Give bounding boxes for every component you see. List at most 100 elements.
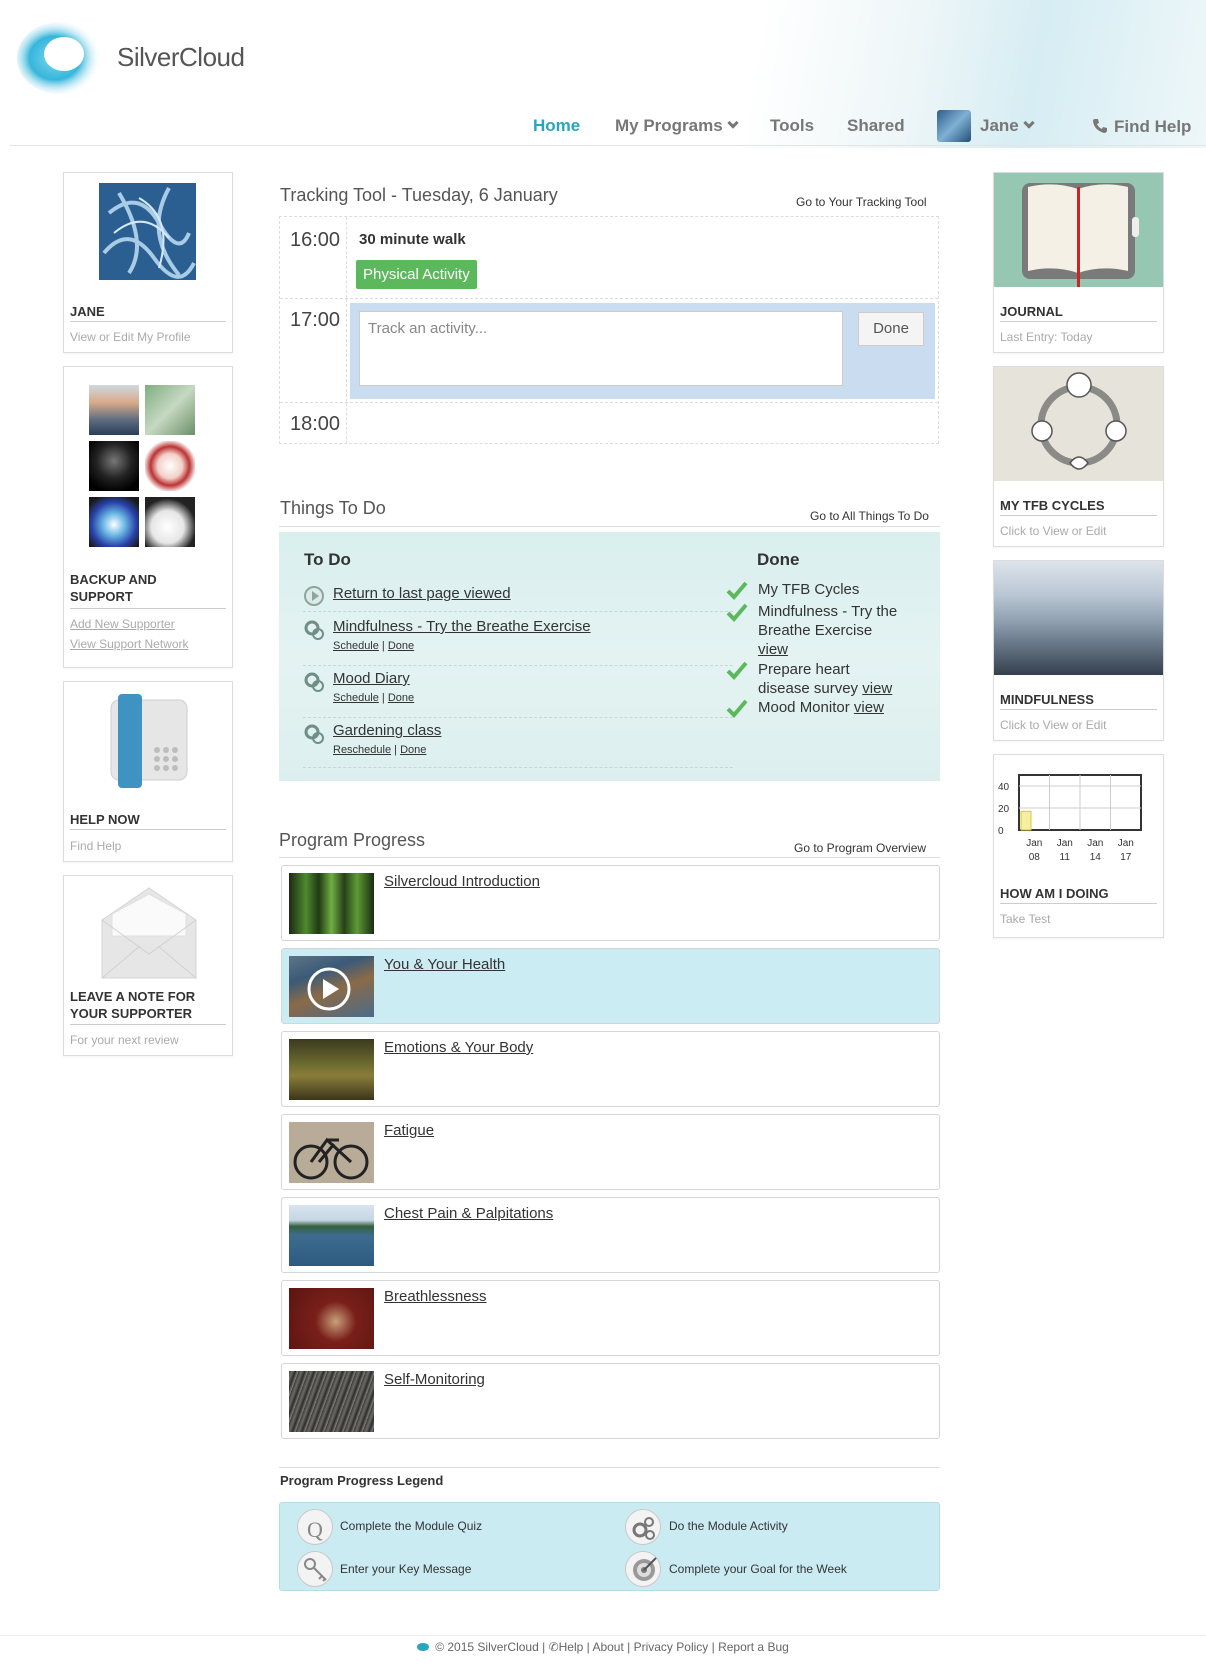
go-to-program-overview-link[interactable]: Go to Program Overview xyxy=(794,841,926,855)
todo-item-link[interactable]: Mood Diary xyxy=(333,670,410,687)
legend-key-message: Enter your Key Message xyxy=(340,1562,472,1576)
how-am-i-doing-widget[interactable]: 40 20 0 Jan 08 Jan 11 Jan 14 Jan 17 HOW AM I DOIN… xyxy=(993,754,1164,938)
divider xyxy=(1000,709,1157,710)
user-avatar[interactable] xyxy=(937,110,971,142)
divider xyxy=(1000,321,1157,322)
supporter-avatar[interactable] xyxy=(89,385,139,435)
mindfulness-widget[interactable]: MINDFULNESS Click to View or Edit xyxy=(993,560,1164,741)
done-item: Mood Monitor view xyxy=(726,698,928,718)
target-icon xyxy=(625,1551,661,1587)
supporter-avatar[interactable] xyxy=(89,497,139,547)
module-link[interactable]: Fatigue xyxy=(384,1122,434,1139)
divider xyxy=(1000,515,1157,516)
leave-note-widget[interactable]: LEAVE A NOTE FOR YOUR SUPPORTER For your… xyxy=(63,875,233,1056)
todo-item-link[interactable]: Gardening class xyxy=(333,722,441,739)
view-link[interactable]: view xyxy=(854,699,884,716)
tracking-schedule: 16:00 30 minute walk Physical Activity 1… xyxy=(279,216,939,444)
help-now-title: HELP NOW xyxy=(70,812,140,827)
nav-my-programs[interactable]: My Programs xyxy=(615,116,739,136)
journal-widget[interactable]: JOURNAL Last Entry: Today xyxy=(993,172,1164,353)
x-tick-label: 08 xyxy=(1029,852,1041,863)
supporter-avatar[interactable] xyxy=(89,441,139,491)
view-support-network-link[interactable]: View Support Network xyxy=(70,634,189,654)
module-card[interactable]: Chest Pain & Palpitations xyxy=(281,1197,940,1273)
add-supporter-link[interactable]: Add New Supporter xyxy=(70,614,175,634)
backup-support-widget: BACKUP AND SUPPORT Add New Supporter Vie… xyxy=(63,366,233,668)
done-link[interactable]: Done xyxy=(400,744,426,756)
module-link[interactable]: Chest Pain & Palpitations xyxy=(384,1205,553,1222)
activity-name[interactable]: 30 minute walk xyxy=(359,231,466,248)
track-activity-input[interactable]: Track an activity... xyxy=(359,311,843,386)
module-card[interactable]: You & Your Health xyxy=(281,948,940,1024)
module-link[interactable]: You & Your Health xyxy=(384,956,505,973)
module-link[interactable]: Silvercloud Introduction xyxy=(384,873,540,890)
chart-grid xyxy=(1018,774,1142,831)
divider xyxy=(346,217,347,298)
module-card[interactable]: Fatigue xyxy=(281,1114,940,1190)
nav-home[interactable]: Home xyxy=(533,116,580,136)
legend-quiz: Complete the Module Quiz xyxy=(340,1519,483,1533)
play-video-icon[interactable] xyxy=(289,956,374,1017)
module-link[interactable]: Self-Monitoring xyxy=(384,1371,485,1388)
go-to-all-things-to-do-link[interactable]: Go to All Things To Do xyxy=(810,509,929,523)
module-card[interactable]: Self-Monitoring xyxy=(281,1363,940,1439)
module-card[interactable]: Breathlessness xyxy=(281,1280,940,1356)
chart-x-labels: Jan 08 Jan 11 Jan 14 Jan 17 xyxy=(1026,838,1134,863)
go-to-tracking-tool-link[interactable]: Go to Your Tracking Tool xyxy=(796,195,927,209)
next-review-link[interactable]: For your next review xyxy=(70,1030,179,1050)
todo-item-link[interactable]: Mindfulness - Try the Breathe Exercise xyxy=(333,618,591,635)
mindfulness-link[interactable]: Click to View or Edit xyxy=(1000,715,1106,735)
x-tick-label: Jan xyxy=(1026,838,1042,849)
module-link[interactable]: Emotions & Your Body xyxy=(384,1039,533,1056)
view-link[interactable]: view xyxy=(862,680,892,697)
footer-divider xyxy=(0,1635,1206,1636)
done-link[interactable]: Done xyxy=(388,692,414,704)
supporter-avatar[interactable] xyxy=(145,441,195,491)
schedule-link[interactable]: Schedule xyxy=(333,640,379,652)
footer-bug-link[interactable]: Report a Bug xyxy=(718,1640,789,1654)
supporter-avatar[interactable] xyxy=(145,385,195,435)
bicycle-image xyxy=(293,1137,369,1180)
module-card[interactable]: Emotions & Your Body xyxy=(281,1031,940,1107)
module-link[interactable]: Breathlessness xyxy=(384,1288,487,1305)
brand-name[interactable]: SilverCloud xyxy=(117,42,245,73)
telephone-icon xyxy=(110,694,188,788)
nav-user-menu[interactable]: Jane xyxy=(980,116,1035,136)
legend-activity: Do the Module Activity xyxy=(669,1519,788,1533)
nav-tools[interactable]: Tools xyxy=(770,116,814,136)
footer-help-link[interactable]: Help xyxy=(559,1640,584,1654)
time-slot: 16:00 30 minute walk Physical Activity xyxy=(280,217,938,299)
silvercloud-logo-icon[interactable] xyxy=(14,14,104,94)
module-card[interactable]: Silvercloud Introduction xyxy=(281,865,940,941)
take-test-link[interactable]: Take Test xyxy=(1000,909,1050,929)
help-now-widget[interactable]: HELP NOW Find Help xyxy=(63,681,233,862)
nav-my-programs-label: My Programs xyxy=(615,116,723,135)
edit-profile-link[interactable]: View or Edit My Profile xyxy=(70,327,191,347)
todo-item-link[interactable]: Return to last page viewed xyxy=(333,585,511,602)
done-item-text: Mindfulness - Try the Breathe Exercise xyxy=(758,603,898,639)
x-tick-label: 11 xyxy=(1060,852,1071,863)
checkmark-icon xyxy=(726,699,748,718)
divider xyxy=(279,1467,940,1468)
progress-legend: Q Complete the Module Quiz Do the Module… xyxy=(279,1502,940,1591)
footer-privacy-link[interactable]: Privacy Policy xyxy=(634,1640,709,1654)
profile-widget[interactable]: JANE View or Edit My Profile xyxy=(63,172,233,353)
tfb-cycles-widget[interactable]: MY TFB CYCLES Click to View or Edit xyxy=(993,366,1164,547)
find-help-link[interactable]: Find Help xyxy=(70,836,121,856)
footer-about-link[interactable]: About xyxy=(592,1640,623,1654)
view-link[interactable]: view xyxy=(758,641,788,658)
chart-bars xyxy=(1020,810,1032,831)
done-link[interactable]: Done xyxy=(388,640,414,652)
nav-shared[interactable]: Shared xyxy=(847,116,905,136)
profile-picture[interactable] xyxy=(99,183,196,280)
nav-find-help[interactable]: Find Help xyxy=(1092,116,1191,137)
things-to-do-panel: To Do Done Return to last page viewed Mi… xyxy=(279,532,940,781)
tfb-cycles-title: MY TFB CYCLES xyxy=(1000,498,1105,513)
done-button[interactable]: Done xyxy=(858,312,924,346)
tfb-cycles-link[interactable]: Click to View or Edit xyxy=(1000,521,1106,541)
reschedule-link[interactable]: Reschedule xyxy=(333,744,391,756)
schedule-link[interactable]: Schedule xyxy=(333,692,379,704)
chart-y-ticks: 40 20 0 xyxy=(998,782,1010,837)
supporter-avatar[interactable] xyxy=(145,497,195,547)
module-thumbnail xyxy=(289,1288,374,1349)
